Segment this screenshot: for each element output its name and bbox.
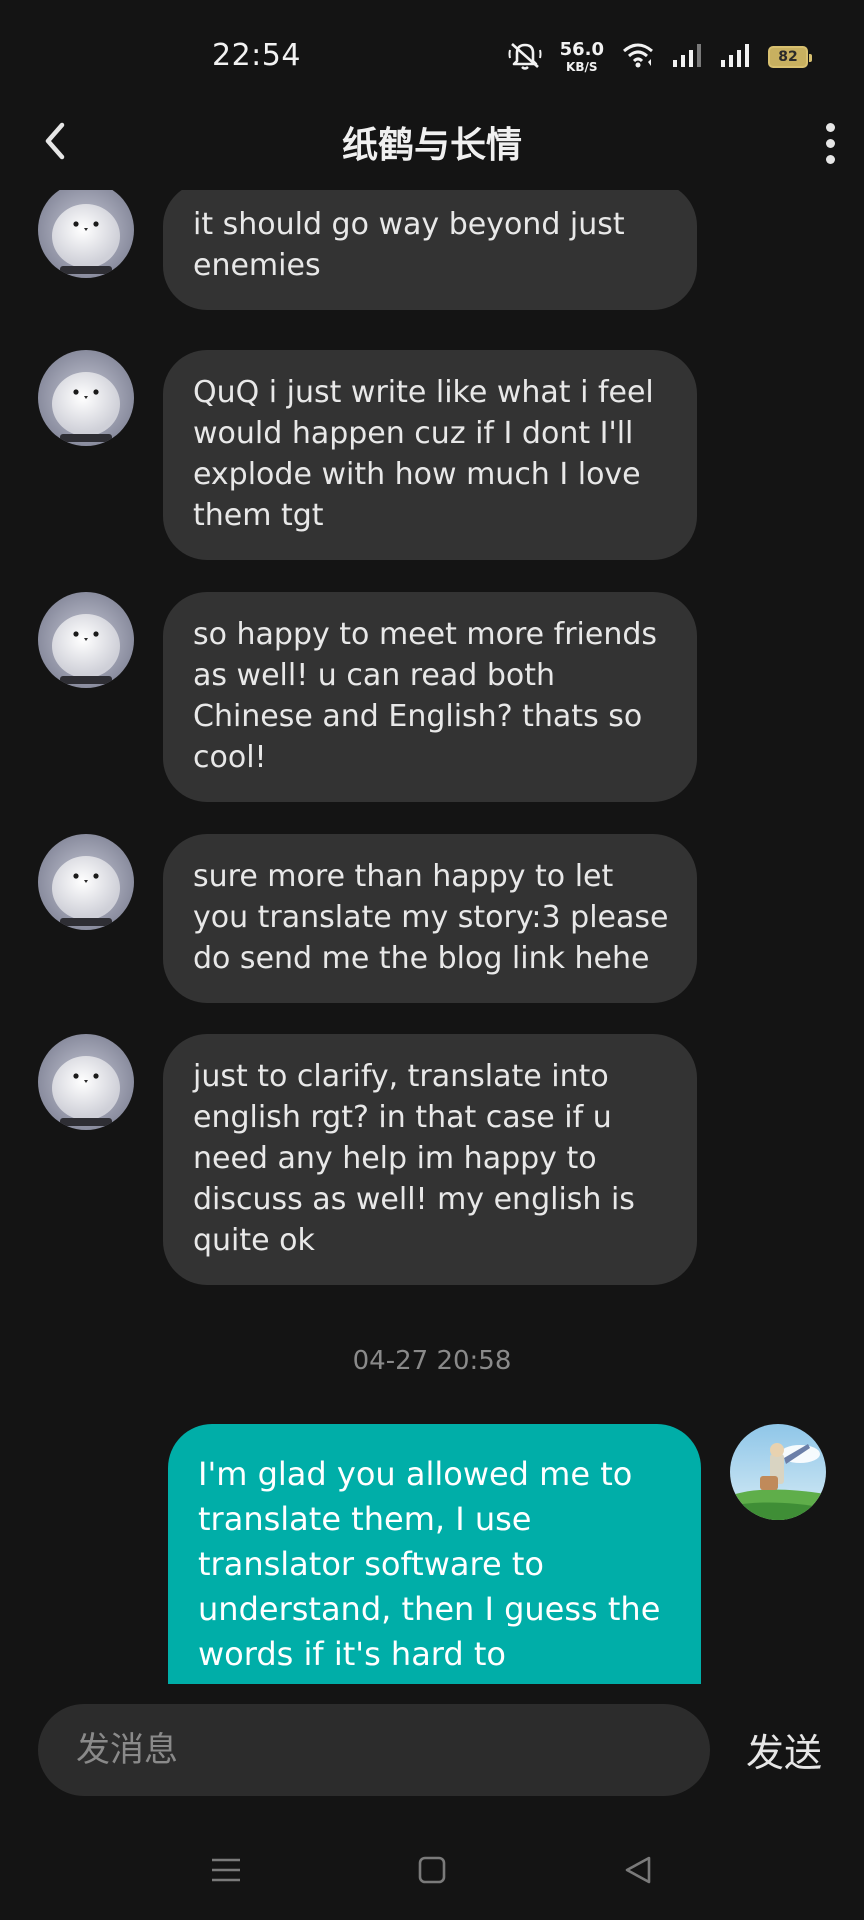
incoming-message-bubble[interactable]: sure more than happy to let you translat… bbox=[163, 834, 697, 1003]
message-timestamp: 04-27 20:58 bbox=[352, 1346, 512, 1376]
back-triangle-icon bbox=[621, 1853, 655, 1891]
status-time: 22:54 bbox=[212, 38, 301, 73]
status-icons: 56.0 KB/S 82 bbox=[508, 39, 812, 74]
network-speed-unit: KB/S bbox=[566, 60, 598, 74]
signal-icon bbox=[720, 42, 750, 72]
contact-avatar[interactable] bbox=[38, 350, 134, 446]
chat-header: 纸鹤与长情 bbox=[0, 100, 864, 190]
chat-screen: 22:54 56.0 KB/S 82 纸鹤与长情 it should go wa… bbox=[0, 0, 864, 1920]
more-dot bbox=[825, 122, 835, 132]
more-dot bbox=[825, 138, 835, 148]
chat-title: 纸鹤与长情 bbox=[341, 125, 522, 166]
battery-icon: 82 bbox=[768, 46, 812, 68]
mute-icon bbox=[508, 40, 542, 74]
network-speed: 56.0 KB/S bbox=[559, 39, 604, 74]
menu-button[interactable] bbox=[198, 1844, 254, 1900]
navigation-bar bbox=[0, 1820, 864, 1920]
home-square-icon bbox=[416, 1854, 448, 1890]
message-input[interactable] bbox=[38, 1704, 710, 1796]
network-speed-value: 56.0 bbox=[559, 39, 604, 60]
status-bar: 22:54 56.0 KB/S 82 bbox=[0, 0, 864, 100]
home-button[interactable] bbox=[404, 1844, 460, 1900]
input-bar: 发送 bbox=[0, 1684, 864, 1804]
user-avatar[interactable] bbox=[730, 1424, 826, 1520]
menu-icon bbox=[209, 1855, 243, 1889]
send-button[interactable]: 发送 bbox=[746, 1722, 822, 1777]
contact-avatar[interactable] bbox=[38, 1034, 134, 1130]
contact-avatar[interactable] bbox=[38, 592, 134, 688]
incoming-message-bubble[interactable]: QuQ i just write like what i feel would … bbox=[163, 350, 697, 560]
more-options-button[interactable] bbox=[810, 116, 850, 170]
outgoing-message-bubble[interactable]: I'm glad you allowed me to translate the… bbox=[168, 1424, 701, 1684]
incoming-message-bubble[interactable]: it should go way beyond just enemies bbox=[163, 190, 697, 310]
contact-avatar[interactable] bbox=[38, 834, 134, 930]
more-dot bbox=[825, 154, 835, 164]
message-list[interactable]: it should go way beyond just enemies QuQ… bbox=[0, 190, 864, 1684]
signal-icon bbox=[672, 42, 702, 72]
incoming-message-bubble[interactable]: so happy to meet more friends as well! u… bbox=[163, 592, 697, 802]
wifi-icon bbox=[622, 42, 654, 72]
contact-avatar[interactable] bbox=[38, 190, 134, 278]
incoming-message-bubble[interactable]: just to clarify, translate into english … bbox=[163, 1034, 697, 1285]
back-nav-button[interactable] bbox=[610, 1844, 666, 1900]
